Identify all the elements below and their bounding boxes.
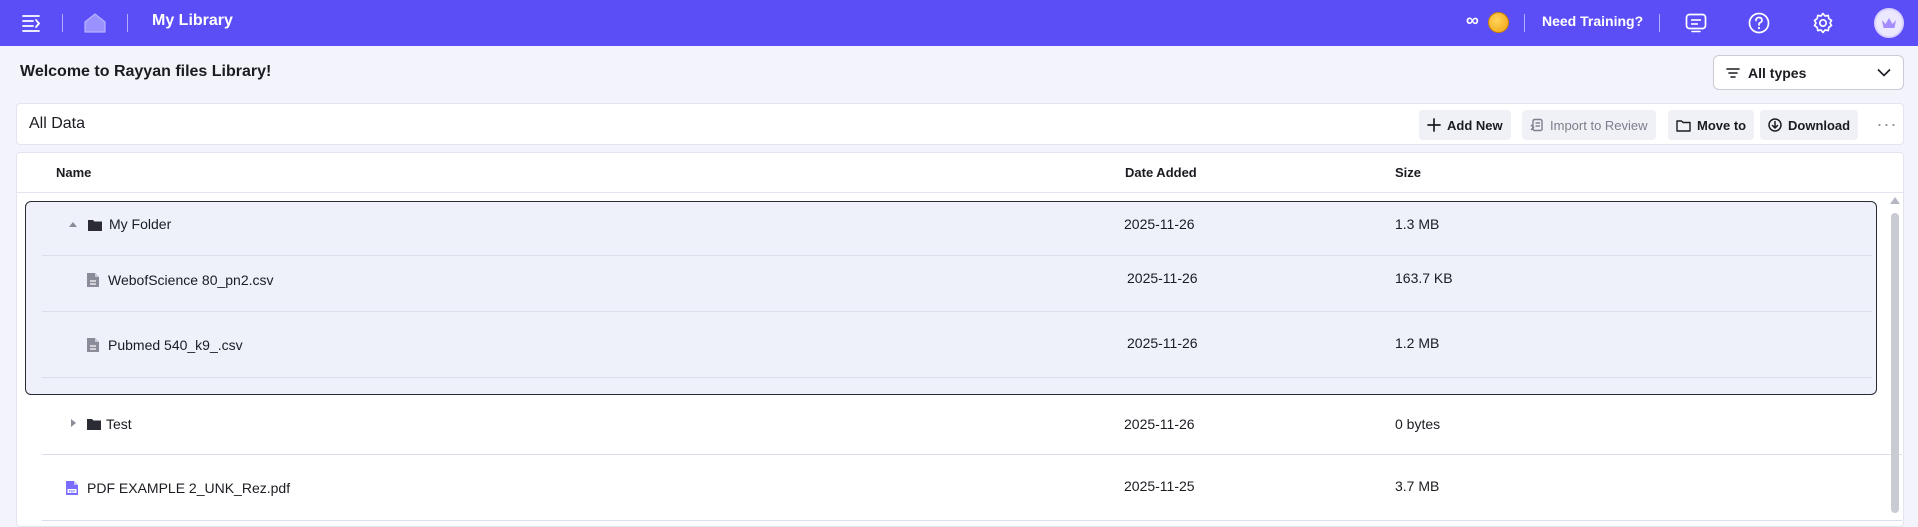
column-header-size[interactable]: Size bbox=[1395, 165, 1421, 180]
download-button[interactable]: Download bbox=[1760, 110, 1859, 140]
section-title: All Data bbox=[29, 115, 86, 132]
download-icon bbox=[1768, 118, 1782, 132]
topbar-divider bbox=[1524, 14, 1525, 32]
add-new-button[interactable]: Add New bbox=[1419, 110, 1511, 140]
svg-text:PDF: PDF bbox=[69, 489, 76, 493]
import-to-review-label: Import to Review bbox=[1550, 117, 1648, 133]
credits-infinity: ∞ bbox=[1466, 10, 1479, 30]
menu-collapse-icon[interactable] bbox=[20, 11, 44, 35]
column-header-name[interactable]: Name bbox=[56, 165, 91, 180]
expand-caret-icon[interactable] bbox=[67, 417, 79, 429]
files-table: Name Date Added Size My Folder 2025-11-2… bbox=[16, 152, 1904, 527]
topbar-divider bbox=[62, 14, 63, 32]
folder-outline-icon bbox=[1676, 119, 1691, 132]
row-date: 2025-11-26 bbox=[1127, 335, 1198, 351]
plus-icon bbox=[1427, 118, 1441, 132]
row-name[interactable]: My Folder bbox=[109, 216, 171, 232]
row-name[interactable]: PDF EXAMPLE 2_UNK_Rez.pdf bbox=[87, 480, 290, 496]
data-toolbar: All Data Add New Import to Review Move t… bbox=[16, 103, 1904, 145]
row-date: 2025-11-26 bbox=[1127, 270, 1198, 286]
import-icon bbox=[1530, 118, 1543, 132]
scrollbar-thumb[interactable] bbox=[1891, 213, 1899, 513]
avatar-crown-icon bbox=[1882, 18, 1896, 28]
type-filter-label: All types bbox=[1748, 64, 1807, 81]
move-to-button[interactable]: Move to bbox=[1668, 110, 1755, 140]
chevron-down-icon bbox=[1877, 68, 1891, 77]
row-name[interactable]: WebofScience 80_pn2.csv bbox=[108, 272, 274, 288]
welcome-heading: Welcome to Rayyan files Library! bbox=[20, 63, 272, 80]
move-to-label: Move to bbox=[1697, 117, 1747, 133]
collapse-caret-icon[interactable] bbox=[67, 218, 79, 230]
need-training-link[interactable]: Need Training? bbox=[1542, 13, 1643, 29]
row-date: 2025-11-26 bbox=[1124, 416, 1195, 432]
row-size: 163.7 KB bbox=[1395, 270, 1453, 286]
row-divider bbox=[42, 311, 1872, 312]
pdf-file-icon: PDF bbox=[66, 481, 78, 495]
scroll-up-arrow-icon[interactable] bbox=[1890, 197, 1900, 204]
csv-file-icon bbox=[87, 338, 99, 352]
page-title: My Library bbox=[152, 12, 233, 29]
folder-icon bbox=[88, 220, 102, 231]
coin-icon bbox=[1488, 12, 1509, 33]
expanded-folder-group bbox=[25, 201, 1877, 395]
row-divider bbox=[42, 377, 1872, 378]
csv-file-icon bbox=[87, 273, 99, 287]
row-divider bbox=[42, 255, 1872, 256]
row-date: 2025-11-26 bbox=[1124, 216, 1195, 232]
home-icon[interactable] bbox=[83, 11, 107, 35]
type-filter-select[interactable]: All types bbox=[1713, 55, 1904, 90]
row-date: 2025-11-25 bbox=[1124, 478, 1195, 494]
import-to-review-button[interactable]: Import to Review bbox=[1522, 110, 1656, 140]
folder-icon bbox=[87, 419, 101, 430]
topbar-divider bbox=[127, 14, 128, 32]
download-label: Download bbox=[1788, 117, 1851, 133]
row-divider bbox=[42, 454, 1902, 455]
row-name[interactable]: Test bbox=[106, 416, 132, 432]
topbar-divider bbox=[1659, 14, 1660, 32]
more-options-icon[interactable]: ··· bbox=[1875, 112, 1899, 136]
avatar[interactable] bbox=[1874, 8, 1904, 38]
chat-icon[interactable] bbox=[1684, 11, 1708, 35]
row-name[interactable]: Pubmed 540_k9_.csv bbox=[108, 337, 243, 353]
help-icon[interactable] bbox=[1747, 11, 1771, 35]
gear-icon[interactable] bbox=[1811, 11, 1835, 35]
table-scrollbar[interactable] bbox=[1888, 195, 1902, 525]
row-size: 3.7 MB bbox=[1395, 478, 1440, 494]
column-header-date-added[interactable]: Date Added bbox=[1125, 165, 1197, 180]
table-header: Name Date Added Size bbox=[17, 153, 1903, 193]
top-bar: My Library ∞ Need Training? bbox=[0, 0, 1918, 46]
row-divider bbox=[42, 520, 1902, 521]
row-size: 1.2 MB bbox=[1395, 335, 1440, 351]
row-size: 1.3 MB bbox=[1395, 216, 1440, 232]
row-size: 0 bytes bbox=[1395, 416, 1441, 432]
filter-icon bbox=[1726, 67, 1740, 78]
add-new-label: Add New bbox=[1447, 117, 1503, 133]
